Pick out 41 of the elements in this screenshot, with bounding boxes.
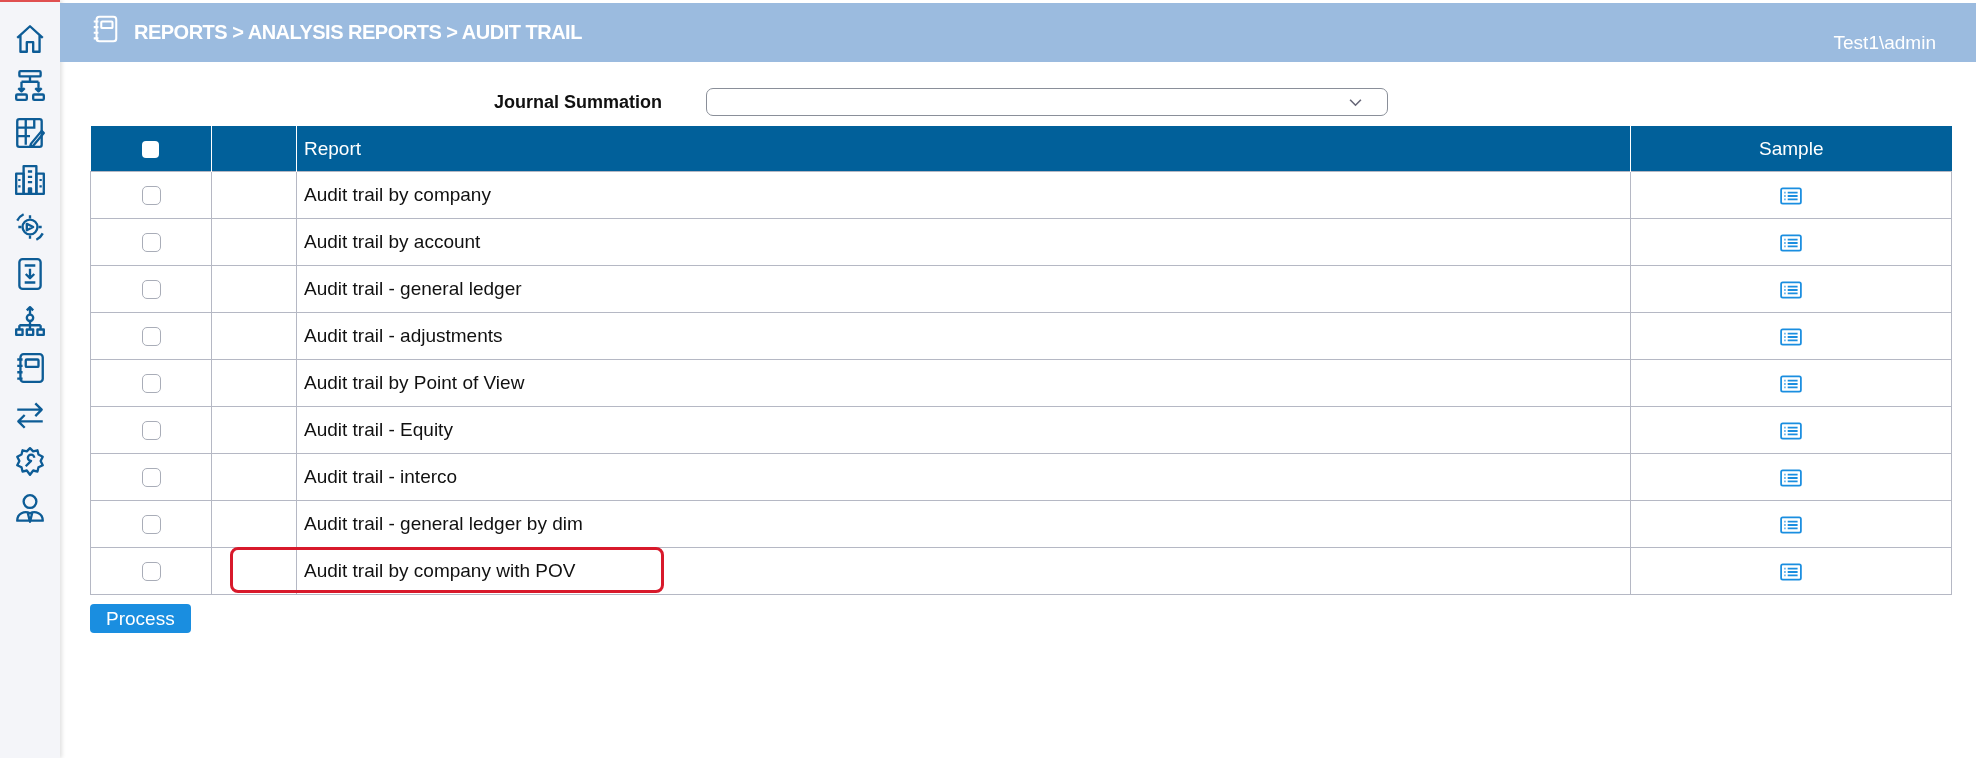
- building-icon[interactable]: [13, 163, 47, 197]
- list-icon[interactable]: [1780, 187, 1802, 205]
- row-checkbox[interactable]: [141, 280, 161, 300]
- report-cell: Audit trail by company with POV: [296, 547, 1631, 595]
- report-cell: Audit trail by account: [296, 218, 1631, 266]
- person-icon[interactable]: [13, 492, 47, 526]
- row-checkbox[interactable]: [141, 468, 161, 488]
- report-cell: Audit trail - adjustments: [296, 312, 1631, 360]
- process-button[interactable]: Process: [90, 604, 191, 633]
- row-checkbox[interactable]: [141, 374, 161, 394]
- breadcrumb: REPORTS > ANALYSIS REPORTS > AUDIT TRAIL: [134, 21, 582, 44]
- list-icon[interactable]: [1780, 469, 1802, 487]
- chevron-down-icon: [1348, 97, 1364, 107]
- list-icon[interactable]: [1780, 281, 1802, 299]
- report-cell: Audit trail - general ledger: [296, 265, 1631, 313]
- report-cell: Audit trail - Equity: [296, 406, 1631, 454]
- report-cell: Audit trail - interco: [296, 453, 1631, 501]
- journal-summation-dropdown[interactable]: [706, 88, 1389, 116]
- list-icon[interactable]: [1780, 516, 1802, 534]
- user-name: Test1\admin: [1833, 32, 1936, 55]
- list-icon[interactable]: [1780, 328, 1802, 346]
- journal-summation-label: Journal Summation: [494, 91, 663, 113]
- list-icon[interactable]: [1780, 422, 1802, 440]
- report-column-header: Report: [296, 126, 1631, 172]
- gear-wrench-icon[interactable]: [13, 445, 47, 479]
- row-checkbox[interactable]: [141, 562, 161, 582]
- report-cell: Audit trail by Point of View: [296, 359, 1631, 407]
- row-checkbox[interactable]: [141, 515, 161, 535]
- list-icon[interactable]: [1780, 234, 1802, 252]
- hierarchy-icon[interactable]: [13, 69, 47, 103]
- row-checkbox[interactable]: [141, 233, 161, 253]
- tree-network-icon[interactable]: [13, 304, 47, 338]
- sample-column-header: Sample: [1630, 126, 1952, 172]
- row-checkbox[interactable]: [141, 186, 161, 206]
- row-checkbox[interactable]: [141, 421, 161, 441]
- report-cell: Audit trail by company: [296, 171, 1631, 219]
- grid-pencil-icon[interactable]: [13, 116, 47, 150]
- select-all-checkbox[interactable]: [142, 141, 160, 158]
- row-checkbox[interactable]: [141, 327, 161, 347]
- list-icon[interactable]: [1780, 375, 1802, 393]
- list-icon[interactable]: [1780, 563, 1802, 581]
